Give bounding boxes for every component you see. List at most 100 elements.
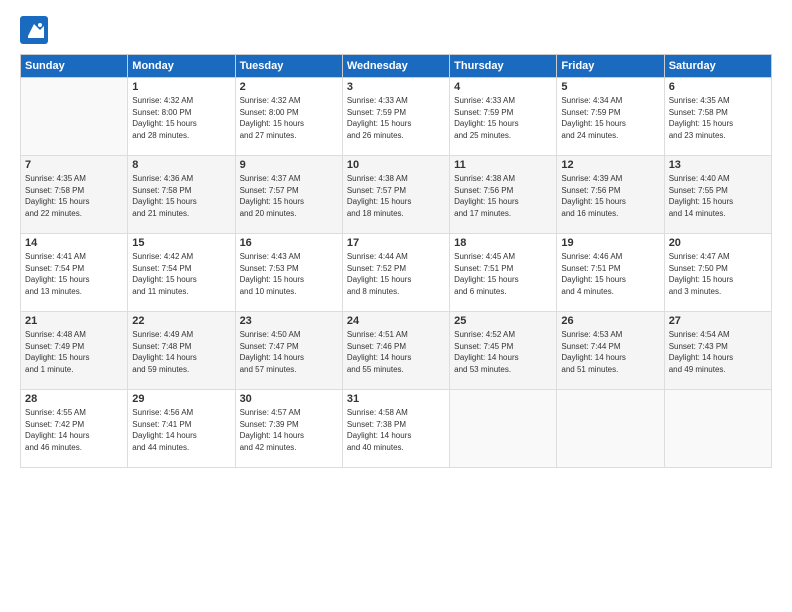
day-number: 3: [347, 81, 445, 93]
day-number: 14: [25, 237, 123, 249]
day-info: Sunrise: 4:49 AM Sunset: 7:48 PM Dayligh…: [132, 329, 230, 375]
day-number: 6: [669, 81, 767, 93]
week-row-5: 28Sunrise: 4:55 AM Sunset: 7:42 PM Dayli…: [21, 390, 772, 468]
day-info: Sunrise: 4:51 AM Sunset: 7:46 PM Dayligh…: [347, 329, 445, 375]
calendar-cell: 25 Sunrise: 4:52 AM Sunset: 7:45 PM Dayli…: [450, 312, 557, 390]
col-header-thursday: Thursday: [450, 55, 557, 78]
calendar-cell: 2 Sunrise: 4:32 AM Sunset: 8:00 PM Daylig…: [235, 78, 342, 156]
day-info: Sunrise: 4:40 AM Sunset: 7:55 PM Dayligh…: [669, 173, 767, 219]
day-info: Sunrise: 4:48 AM Sunset: 7:49 PM Dayligh…: [25, 329, 123, 375]
day-number: 19: [561, 237, 659, 249]
day-info: Sunrise: 4:37 AM Sunset: 7:57 PM Dayligh…: [240, 173, 338, 219]
day-number: 20: [669, 237, 767, 249]
calendar-cell: 31 Sunrise: 4:58 AM Sunset: 7:38 PM Dayli…: [342, 390, 449, 468]
calendar-cell: 11 Sunrise: 4:38 AM Sunset: 7:56 PM Dayli…: [450, 156, 557, 234]
calendar-cell: 14 Sunrise: 4:41 AM Sunset: 7:54 PM Dayli…: [21, 234, 128, 312]
calendar-cell: 7 Sunrise: 4:35 AM Sunset: 7:58 PM Daylig…: [21, 156, 128, 234]
col-header-monday: Monday: [128, 55, 235, 78]
calendar-cell: 1 Sunrise: 4:32 AM Sunset: 8:00 PM Daylig…: [128, 78, 235, 156]
day-number: 13: [669, 159, 767, 171]
day-info: Sunrise: 4:33 AM Sunset: 7:59 PM Dayligh…: [454, 95, 552, 141]
calendar-cell: 3 Sunrise: 4:33 AM Sunset: 7:59 PM Daylig…: [342, 78, 449, 156]
calendar-cell: 17 Sunrise: 4:44 AM Sunset: 7:52 PM Dayli…: [342, 234, 449, 312]
day-number: 7: [25, 159, 123, 171]
calendar-cell: 23 Sunrise: 4:50 AM Sunset: 7:47 PM Dayli…: [235, 312, 342, 390]
day-info: Sunrise: 4:41 AM Sunset: 7:54 PM Dayligh…: [25, 251, 123, 297]
day-info: Sunrise: 4:55 AM Sunset: 7:42 PM Dayligh…: [25, 407, 123, 453]
calendar-cell: 27 Sunrise: 4:54 AM Sunset: 7:43 PM Dayli…: [664, 312, 771, 390]
day-info: Sunrise: 4:57 AM Sunset: 7:39 PM Dayligh…: [240, 407, 338, 453]
calendar-cell: 12Sunrise: 4:39 AM Sunset: 7:56 PM Dayli…: [557, 156, 664, 234]
day-info: Sunrise: 4:50 AM Sunset: 7:47 PM Dayligh…: [240, 329, 338, 375]
calendar-cell: 19 Sunrise: 4:46 AM Sunset: 7:51 PM Dayli…: [557, 234, 664, 312]
day-number: 16: [240, 237, 338, 249]
day-number: 30: [240, 393, 338, 405]
day-info: Sunrise: 4:44 AM Sunset: 7:52 PM Dayligh…: [347, 251, 445, 297]
calendar-cell: 29 Sunrise: 4:56 AM Sunset: 7:41 PM Dayli…: [128, 390, 235, 468]
day-info: Sunrise: 4:47 AM Sunset: 7:50 PM Dayligh…: [669, 251, 767, 297]
calendar-cell: 18Sunrise: 4:45 AM Sunset: 7:51 PM Dayli…: [450, 234, 557, 312]
day-number: 5: [561, 81, 659, 93]
day-info: Sunrise: 4:32 AM Sunset: 8:00 PM Dayligh…: [132, 95, 230, 141]
day-number: 24: [347, 315, 445, 327]
calendar-cell: 28Sunrise: 4:55 AM Sunset: 7:42 PM Dayli…: [21, 390, 128, 468]
week-row-1: 1 Sunrise: 4:32 AM Sunset: 8:00 PM Daylig…: [21, 78, 772, 156]
calendar-cell: 5 Sunrise: 4:34 AM Sunset: 7:59 PM Daylig…: [557, 78, 664, 156]
day-number: 10: [347, 159, 445, 171]
col-header-friday: Friday: [557, 55, 664, 78]
day-info: Sunrise: 4:35 AM Sunset: 7:58 PM Dayligh…: [669, 95, 767, 141]
calendar-cell: [21, 78, 128, 156]
day-info: Sunrise: 4:38 AM Sunset: 7:56 PM Dayligh…: [454, 173, 552, 219]
day-number: 27: [669, 315, 767, 327]
calendar-cell: 20 Sunrise: 4:47 AM Sunset: 7:50 PM Dayli…: [664, 234, 771, 312]
day-info: Sunrise: 4:35 AM Sunset: 7:58 PM Dayligh…: [25, 173, 123, 219]
day-info: Sunrise: 4:45 AM Sunset: 7:51 PM Dayligh…: [454, 251, 552, 297]
calendar-cell: 13 Sunrise: 4:40 AM Sunset: 7:55 PM Dayli…: [664, 156, 771, 234]
day-info: Sunrise: 4:33 AM Sunset: 7:59 PM Dayligh…: [347, 95, 445, 141]
calendar-cell: 15Sunrise: 4:42 AM Sunset: 7:54 PM Dayli…: [128, 234, 235, 312]
header: [20, 16, 772, 44]
day-info: Sunrise: 4:56 AM Sunset: 7:41 PM Dayligh…: [132, 407, 230, 453]
calendar-cell: 4 Sunrise: 4:33 AM Sunset: 7:59 PM Daylig…: [450, 78, 557, 156]
day-number: 26: [561, 315, 659, 327]
day-number: 17: [347, 237, 445, 249]
day-info: Sunrise: 4:38 AM Sunset: 7:57 PM Dayligh…: [347, 173, 445, 219]
day-info: Sunrise: 4:42 AM Sunset: 7:54 PM Dayligh…: [132, 251, 230, 297]
calendar-cell: 22 Sunrise: 4:49 AM Sunset: 7:48 PM Dayli…: [128, 312, 235, 390]
day-number: 23: [240, 315, 338, 327]
calendar-cell: 21 Sunrise: 4:48 AM Sunset: 7:49 PM Dayli…: [21, 312, 128, 390]
calendar-cell: 9 Sunrise: 4:37 AM Sunset: 7:57 PM Daylig…: [235, 156, 342, 234]
calendar-cell: [450, 390, 557, 468]
col-header-tuesday: Tuesday: [235, 55, 342, 78]
week-row-3: 14 Sunrise: 4:41 AM Sunset: 7:54 PM Dayli…: [21, 234, 772, 312]
day-number: 25: [454, 315, 552, 327]
day-info: Sunrise: 4:54 AM Sunset: 7:43 PM Dayligh…: [669, 329, 767, 375]
day-info: Sunrise: 4:52 AM Sunset: 7:45 PM Dayligh…: [454, 329, 552, 375]
day-info: Sunrise: 4:34 AM Sunset: 7:59 PM Dayligh…: [561, 95, 659, 141]
calendar-cell: 8Sunrise: 4:36 AM Sunset: 7:58 PM Daylig…: [128, 156, 235, 234]
calendar-header-row: SundayMondayTuesdayWednesdayThursdayFrid…: [21, 55, 772, 78]
calendar: SundayMondayTuesdayWednesdayThursdayFrid…: [20, 54, 772, 468]
day-number: 12: [561, 159, 659, 171]
day-info: Sunrise: 4:32 AM Sunset: 8:00 PM Dayligh…: [240, 95, 338, 141]
calendar-cell: 26 Sunrise: 4:53 AM Sunset: 7:44 PM Dayli…: [557, 312, 664, 390]
day-number: 29: [132, 393, 230, 405]
day-number: 1: [132, 81, 230, 93]
day-number: 9: [240, 159, 338, 171]
day-number: 2: [240, 81, 338, 93]
week-row-2: 7 Sunrise: 4:35 AM Sunset: 7:58 PM Daylig…: [21, 156, 772, 234]
day-number: 21: [25, 315, 123, 327]
calendar-cell: [664, 390, 771, 468]
day-number: 4: [454, 81, 552, 93]
day-info: Sunrise: 4:46 AM Sunset: 7:51 PM Dayligh…: [561, 251, 659, 297]
calendar-cell: 16 Sunrise: 4:43 AM Sunset: 7:53 PM Dayli…: [235, 234, 342, 312]
day-number: 22: [132, 315, 230, 327]
day-info: Sunrise: 4:58 AM Sunset: 7:38 PM Dayligh…: [347, 407, 445, 453]
day-number: 8: [132, 159, 230, 171]
day-info: Sunrise: 4:53 AM Sunset: 7:44 PM Dayligh…: [561, 329, 659, 375]
day-number: 31: [347, 393, 445, 405]
day-info: Sunrise: 4:43 AM Sunset: 7:53 PM Dayligh…: [240, 251, 338, 297]
calendar-cell: 24 Sunrise: 4:51 AM Sunset: 7:46 PM Dayli…: [342, 312, 449, 390]
day-number: 11: [454, 159, 552, 171]
calendar-cell: [557, 390, 664, 468]
